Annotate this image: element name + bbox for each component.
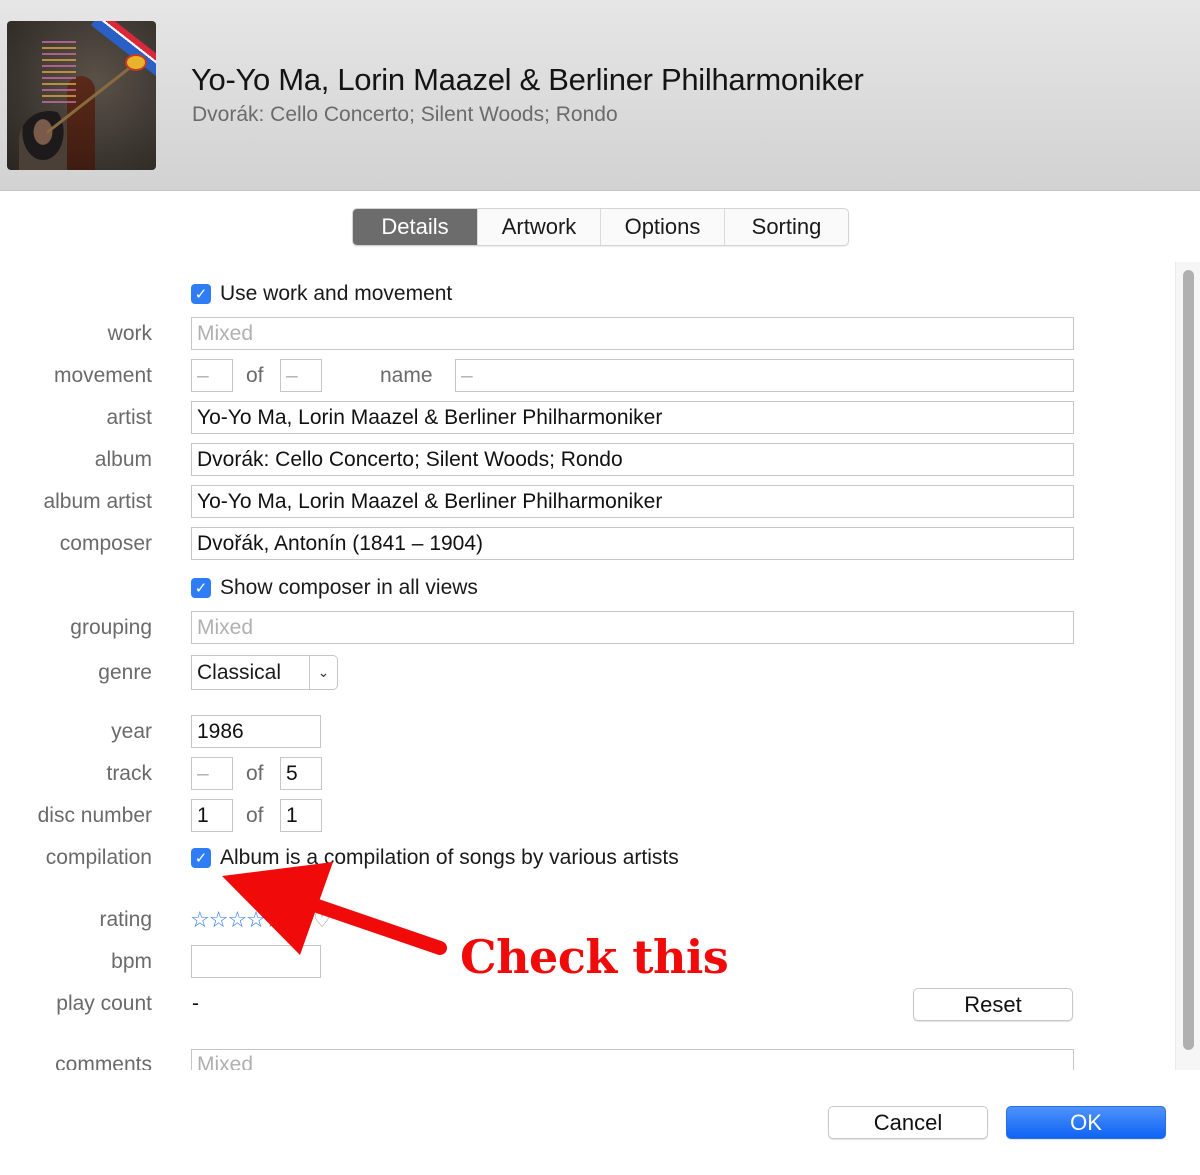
movement-count-input[interactable]: – xyxy=(280,359,322,392)
movement-name-label: name xyxy=(380,364,433,387)
heart-icon[interactable]: ♡ xyxy=(313,908,331,933)
track-of-label: of xyxy=(246,762,264,785)
tab-bar: Details Artwork Options Sorting xyxy=(352,208,849,246)
header-title: Yo-Yo Ma, Lorin Maazel & Berliner Philha… xyxy=(191,62,864,97)
grouping-input[interactable]: Mixed xyxy=(191,611,1074,644)
window-header: Yo-Yo Ma, Lorin Maazel & Berliner Philha… xyxy=(0,0,1200,191)
compilation-label: compilation xyxy=(45,846,152,869)
grouping-label: grouping xyxy=(70,616,152,639)
scrollbar-thumb[interactable] xyxy=(1183,270,1194,1050)
movement-name-input[interactable]: – xyxy=(455,359,1074,392)
tab-details[interactable]: Details xyxy=(353,209,477,245)
album-input[interactable]: Dvorák: Cello Concerto; Silent Woods; Ro… xyxy=(191,443,1074,476)
artist-input[interactable]: Yo-Yo Ma, Lorin Maazel & Berliner Philha… xyxy=(191,401,1074,434)
disc-number-label: disc number xyxy=(37,804,152,827)
play-count-label: play count xyxy=(56,992,152,1015)
compilation-checkbox-label: Album is a compilation of songs by vario… xyxy=(220,846,679,869)
album-label: album xyxy=(94,448,152,471)
work-input[interactable]: Mixed xyxy=(191,317,1074,350)
genre-value[interactable]: Classical xyxy=(191,655,310,690)
tab-options[interactable]: Options xyxy=(600,209,724,245)
scrollbar[interactable] xyxy=(1175,262,1200,1070)
disc-of-label: of xyxy=(246,804,264,827)
album-artist-label: album artist xyxy=(43,490,152,513)
album-artist-input[interactable]: Yo-Yo Ma, Lorin Maazel & Berliner Philha… xyxy=(191,485,1074,518)
compilation-row: ✓ Album is a compilation of songs by var… xyxy=(191,846,679,870)
use-work-movement-row: ✓ Use work and movement xyxy=(191,282,452,306)
cancel-button[interactable]: Cancel xyxy=(828,1106,988,1139)
reset-play-count-button[interactable]: Reset xyxy=(913,988,1073,1021)
track-label: track xyxy=(106,762,152,785)
year-label: year xyxy=(111,720,152,743)
artist-label: artist xyxy=(106,406,152,429)
track-count-input[interactable]: 5 xyxy=(280,757,322,790)
bpm-input[interactable] xyxy=(191,945,321,978)
header-subtitle: Dvorák: Cello Concerto; Silent Woods; Ro… xyxy=(192,103,618,126)
movement-of-label: of xyxy=(246,364,264,387)
movement-label: movement xyxy=(53,364,152,387)
use-work-movement-checkbox[interactable]: ✓ xyxy=(191,284,211,304)
show-composer-label: Show composer in all views xyxy=(220,576,478,599)
show-composer-row: ✓ Show composer in all views xyxy=(191,576,478,600)
comments-input[interactable]: Mixed xyxy=(191,1049,1074,1070)
track-number-input[interactable]: – xyxy=(191,757,233,790)
composer-input[interactable]: Dvořák, Antonín (1841 – 1904) xyxy=(191,527,1074,560)
disc-number-input[interactable]: 1 xyxy=(191,799,233,832)
year-input[interactable]: 1986 xyxy=(191,715,321,748)
tab-artwork[interactable]: Artwork xyxy=(477,209,600,245)
ok-button[interactable]: OK xyxy=(1006,1106,1166,1139)
comments-label: comments xyxy=(55,1053,152,1070)
album-artwork xyxy=(7,21,156,170)
rating-stars[interactable]: ☆☆☆☆☆ xyxy=(190,907,285,933)
genre-label: genre xyxy=(98,661,152,684)
show-composer-checkbox[interactable]: ✓ xyxy=(191,578,211,598)
composer-label: composer xyxy=(59,532,152,555)
genre-select[interactable]: Classical ⌄ xyxy=(191,655,338,690)
rating-label: rating xyxy=(99,908,152,931)
chevron-down-icon[interactable]: ⌄ xyxy=(310,655,338,690)
tab-sorting[interactable]: Sorting xyxy=(724,209,848,245)
movement-number-input[interactable]: – xyxy=(191,359,233,392)
annotation-text: Check this xyxy=(460,930,729,984)
bpm-label: bpm xyxy=(111,950,152,973)
use-work-movement-label: Use work and movement xyxy=(220,282,453,305)
disc-count-input[interactable]: 1 xyxy=(280,799,322,832)
work-label: work xyxy=(107,322,152,345)
play-count-value: - xyxy=(192,992,199,1015)
compilation-checkbox[interactable]: ✓ xyxy=(191,848,211,868)
